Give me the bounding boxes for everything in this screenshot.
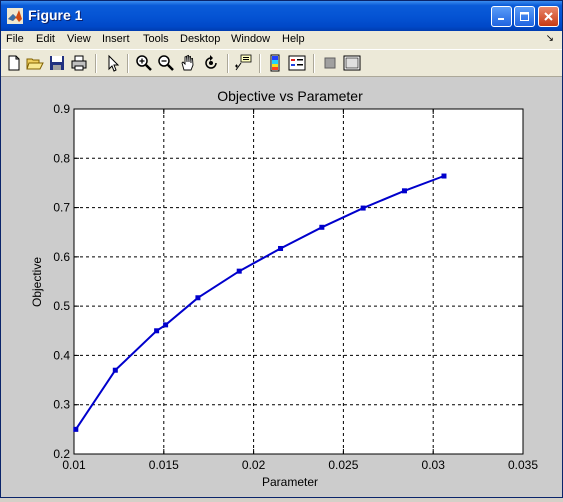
chart-title: Objective vs Parameter xyxy=(217,88,363,104)
x-tick-label: 0.03 xyxy=(422,458,446,472)
plot-svg: 0.01 0.015 0.02 0.025 0.03 0.0350.20.30.40.50… xyxy=(30,88,538,489)
open-file-icon[interactable] xyxy=(26,54,44,72)
y-axis-label: Objective xyxy=(30,257,44,307)
x-tick-label: 0.025 xyxy=(328,458,358,472)
maximize-icon xyxy=(520,12,529,21)
hide-plot-tools-icon[interactable] xyxy=(321,54,339,72)
print-icon[interactable] xyxy=(70,54,88,72)
menu-help[interactable]: Help xyxy=(282,33,305,45)
data-point xyxy=(236,268,242,274)
data-point xyxy=(112,367,118,373)
close-icon xyxy=(544,12,553,21)
axes-background[interactable] xyxy=(74,109,523,454)
insert-legend-icon[interactable] xyxy=(288,54,306,72)
y-tick-label: 0.8 xyxy=(53,151,70,165)
pan-icon[interactable] xyxy=(179,54,197,72)
menu-tools[interactable]: Tools xyxy=(143,33,169,45)
data-point xyxy=(278,245,284,251)
toolbar-separator xyxy=(227,54,229,73)
menu-view[interactable]: View xyxy=(67,33,91,45)
y-tick-label: 0.4 xyxy=(53,348,70,362)
toolbar-separator xyxy=(127,54,129,73)
maximize-button[interactable] xyxy=(514,6,535,27)
dock-arrow-icon[interactable]: ↘ xyxy=(546,33,554,44)
data-point xyxy=(163,322,169,328)
matlab-logo-icon xyxy=(7,8,23,24)
menu-desktop[interactable]: Desktop xyxy=(180,33,220,45)
data-point xyxy=(401,188,407,194)
insert-colorbar-icon[interactable] xyxy=(266,54,284,72)
zoom-out-icon[interactable] xyxy=(157,54,175,72)
y-tick-label: 0.9 xyxy=(53,102,70,116)
y-tick-label: 0.7 xyxy=(53,201,70,215)
toolbar-separator xyxy=(95,54,97,73)
data-cursor-icon[interactable] xyxy=(234,54,252,72)
menu-bar: File Edit View Insert Tools Desktop Wind… xyxy=(1,31,562,49)
minimize-button[interactable] xyxy=(491,6,512,27)
data-point xyxy=(73,426,79,432)
save-icon[interactable] xyxy=(48,54,66,72)
menu-window[interactable]: Window xyxy=(231,33,270,45)
title-bar[interactable]: Figure 1 xyxy=(1,1,562,31)
minimize-icon xyxy=(498,18,504,20)
y-tick-label: 0.6 xyxy=(53,250,70,264)
show-plot-tools-icon[interactable] xyxy=(343,54,361,72)
data-point xyxy=(319,224,325,230)
x-tick-label: 0.035 xyxy=(508,458,538,472)
x-tick-label: 0.02 xyxy=(242,458,266,472)
figure-window: Figure 1 File Edit View Insert Tools Des… xyxy=(0,0,563,498)
menu-insert[interactable]: Insert xyxy=(102,33,130,45)
y-tick-label: 0.2 xyxy=(53,447,70,461)
data-point xyxy=(441,173,447,179)
data-point xyxy=(154,328,160,334)
edit-plot-icon[interactable] xyxy=(104,54,122,72)
zoom-in-icon[interactable] xyxy=(135,54,153,72)
x-axis-label: Parameter xyxy=(262,475,318,489)
rotate-3d-icon[interactable] xyxy=(202,54,220,72)
toolbar-separator xyxy=(313,54,315,73)
y-tick-label: 0.3 xyxy=(53,398,70,412)
figure-toolbar xyxy=(1,49,562,77)
data-point xyxy=(195,295,201,301)
window-title: Figure 1 xyxy=(28,7,83,23)
menu-edit[interactable]: Edit xyxy=(36,33,55,45)
close-button[interactable] xyxy=(538,6,559,27)
x-tick-label: 0.015 xyxy=(149,458,179,472)
figure-canvas: 0.01 0.015 0.02 0.025 0.03 0.035 0.2 0.3 0.4 0.5 0… xyxy=(1,77,562,497)
data-point xyxy=(360,205,366,211)
new-figure-icon[interactable] xyxy=(5,54,23,72)
menu-file[interactable]: File xyxy=(6,33,24,45)
y-tick-label: 0.5 xyxy=(53,299,70,313)
toolbar-separator xyxy=(259,54,261,73)
